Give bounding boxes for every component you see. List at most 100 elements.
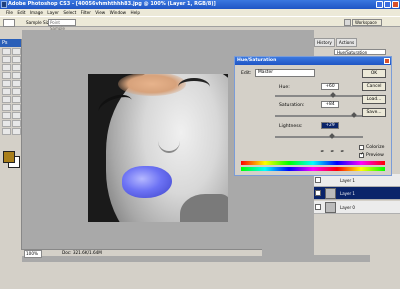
history-state[interactable]: Hue/Saturation: [334, 49, 386, 55]
preview-checkbox[interactable]: ✓: [359, 151, 365, 158]
ok-button[interactable]: OK: [362, 69, 386, 78]
eyedropper-tool-icon[interactable]: [3, 19, 15, 27]
eye-icon[interactable]: [315, 204, 321, 210]
magic-wand-tool-icon[interactable]: [12, 56, 21, 63]
saturation-label: Saturation:: [279, 103, 305, 108]
type-tool-icon[interactable]: [12, 104, 21, 111]
output-spectrum-bar: [241, 167, 385, 171]
layer-name: Layer 0: [340, 205, 355, 210]
brush-tool-icon[interactable]: [12, 72, 21, 79]
lightness-label: Lightness:: [279, 124, 303, 129]
save-button[interactable]: Save...: [362, 108, 386, 117]
notes-tool-icon[interactable]: [2, 120, 11, 127]
sample-size-select[interactable]: Point Sample: [48, 19, 76, 31]
window-controls: [376, 1, 399, 8]
layer-name: Layer 1: [340, 178, 355, 183]
layer-row-selected[interactable]: Layer 1: [314, 187, 400, 200]
close-button[interactable]: [392, 1, 399, 8]
menu-view[interactable]: View: [95, 10, 105, 15]
marquee-tool-icon[interactable]: [12, 48, 21, 55]
menu-image[interactable]: Image: [30, 10, 43, 15]
doc-size: Doc: 321.6K/1.64M: [62, 250, 102, 255]
preview-label: Preview: [366, 153, 384, 158]
workspace-button[interactable]: Workspace: [352, 19, 382, 26]
menu-help[interactable]: Help: [130, 10, 140, 15]
saturation-slider[interactable]: [275, 112, 363, 118]
zoom-field[interactable]: 100%: [24, 250, 42, 258]
tab-history[interactable]: History: [314, 38, 335, 47]
menu-file[interactable]: File: [6, 10, 13, 15]
hue-slider-thumb[interactable]: [330, 92, 337, 98]
toolbox-header: Ps: [0, 39, 21, 47]
cancel-button[interactable]: Cancel: [362, 82, 386, 91]
blur-tool-icon[interactable]: [2, 96, 11, 103]
photoshop-app-icon: [1, 1, 7, 8]
window-title: Adobe Photoshop CS3 - [40056vhmhthhh83.j…: [8, 1, 216, 7]
foreground-color-swatch[interactable]: [3, 151, 15, 163]
canvas-photo[interactable]: [88, 74, 228, 222]
lightness-slider[interactable]: [275, 133, 363, 139]
eye-icon[interactable]: [315, 177, 321, 183]
menu-window[interactable]: Window: [110, 10, 127, 15]
hue-slider[interactable]: [275, 92, 363, 98]
hand-tool-icon[interactable]: [2, 128, 11, 135]
tab-actions[interactable]: Actions: [335, 38, 358, 47]
dodge-tool-icon[interactable]: [12, 96, 21, 103]
colorize-checkbox[interactable]: [359, 145, 364, 150]
hue-saturation-dialog: Hue/Saturation Edit: Master Hue: +60 Sat…: [234, 56, 392, 176]
nose-shape: [158, 129, 180, 153]
toolbox: Ps: [0, 39, 22, 250]
edit-label: Edit:: [241, 71, 252, 76]
history-brush-tool-icon[interactable]: [12, 80, 21, 87]
desktop-background: [0, 262, 400, 289]
title-bar: Adobe Photoshop CS3 - [40056vhmhthhh83.j…: [0, 0, 400, 9]
eyedropper-icon[interactable]: ✒: [319, 149, 326, 156]
layer-row[interactable]: Layer 0: [314, 201, 400, 214]
path-selection-tool-icon[interactable]: [2, 112, 11, 119]
saturation-slider-thumb[interactable]: [351, 112, 358, 118]
lasso-tool-icon[interactable]: [2, 56, 11, 63]
lightness-input[interactable]: +29: [321, 122, 339, 129]
hue-input[interactable]: +60: [321, 83, 339, 90]
slice-tool-icon[interactable]: [12, 64, 21, 71]
status-bar: 100% Doc: 321.6K/1.64M: [22, 249, 262, 258]
checkmark-icon: ✓: [360, 151, 365, 157]
dialog-close-button[interactable]: [384, 58, 390, 64]
panel-tabs: History Actions: [314, 38, 400, 47]
layer-name: Layer 1: [340, 191, 355, 196]
layer-thumbnail: [325, 202, 336, 213]
eyedropper-add-icon[interactable]: ✒: [329, 149, 336, 156]
dialog-title-text: Hue/Saturation: [237, 58, 277, 63]
eyebrow: [178, 78, 210, 96]
menu-edit[interactable]: Edit: [17, 10, 25, 15]
load-button[interactable]: Load...: [362, 95, 386, 104]
move-tool-icon[interactable]: [2, 48, 11, 55]
layer-thumbnail: [325, 188, 336, 199]
workspace-icon[interactable]: [344, 19, 351, 26]
menu-layer[interactable]: Layer: [47, 10, 59, 15]
colorize-label: Colorize: [366, 145, 385, 150]
zoom-tool-icon[interactable]: [12, 128, 21, 135]
shape-tool-icon[interactable]: [12, 112, 21, 119]
eraser-tool-icon[interactable]: [2, 88, 11, 95]
healing-brush-tool-icon[interactable]: [2, 72, 11, 79]
lightness-slider-thumb[interactable]: [328, 133, 335, 139]
clone-stamp-tool-icon[interactable]: [2, 80, 11, 87]
edit-select[interactable]: Master: [255, 69, 315, 77]
input-spectrum-bar: [241, 161, 385, 165]
menu-select[interactable]: Select: [63, 10, 76, 15]
menu-filter[interactable]: Filter: [81, 10, 91, 15]
tool-grid: [0, 47, 21, 136]
crop-tool-icon[interactable]: [2, 64, 11, 71]
hue-label: Hue:: [279, 85, 290, 90]
maximize-button[interactable]: [384, 1, 391, 8]
minimize-button[interactable]: [376, 1, 383, 8]
eye-icon[interactable]: [315, 190, 321, 196]
saturation-input[interactable]: +84: [321, 101, 339, 108]
eyedropper-icon[interactable]: [12, 120, 21, 127]
dialog-title: Hue/Saturation: [235, 57, 391, 65]
options-bar: Sample Size: Point Sample Workspace: [0, 16, 400, 31]
gradient-tool-icon[interactable]: [12, 88, 21, 95]
pen-tool-icon[interactable]: [2, 104, 11, 111]
eyedropper-subtract-icon[interactable]: ✒: [339, 149, 346, 156]
